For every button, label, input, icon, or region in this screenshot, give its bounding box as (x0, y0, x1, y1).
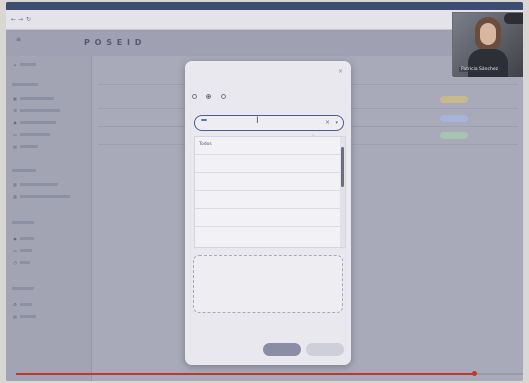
sidebar-item[interactable]: ▥ (12, 182, 58, 187)
app-logo: P O S E I D (84, 38, 143, 47)
sidebar-item[interactable]: ◉ (12, 120, 56, 125)
search-value[interactable] (201, 119, 207, 121)
radio-option[interactable] (192, 94, 199, 100)
participant-face (480, 23, 496, 45)
scrollbar-thumb[interactable] (341, 147, 344, 187)
home-icon: ⌂ (13, 62, 17, 67)
sidebar-item[interactable]: ▦ (12, 96, 54, 101)
search-select-input[interactable]: × ▾ (194, 115, 344, 131)
radio-group (192, 94, 234, 100)
sidebar-section (12, 82, 38, 87)
menu-icon[interactable]: ≡ (16, 36, 21, 43)
chart-icon: ▥ (13, 194, 17, 199)
close-icon[interactable]: × (338, 68, 343, 75)
sidebar-item[interactable]: ▥ (12, 194, 70, 199)
tv-logo (504, 13, 523, 24)
status-badge (440, 132, 468, 139)
settings-icon: ⚙ (13, 302, 17, 307)
sidebar-item[interactable]: ▤ (12, 144, 38, 149)
radio-option[interactable] (220, 94, 228, 100)
sidebar-item[interactable]: ▤ (12, 314, 36, 319)
video-progress-bar[interactable] (16, 371, 523, 376)
option-divider (195, 172, 340, 173)
sidebar-item[interactable]: ⚙ (12, 302, 32, 307)
list-icon: ☰ (13, 108, 17, 113)
grid-icon: ▦ (13, 96, 17, 101)
radio-option[interactable] (206, 94, 213, 100)
sidebar-item[interactable]: ☰ (12, 108, 60, 113)
dropdown-list[interactable]: Todos (194, 136, 346, 248)
folder-icon: ▭ (13, 248, 17, 253)
text-cursor-icon: I (256, 116, 259, 126)
sidebar: ⌂ ▦ ☰ ◉ ▭ ▤ ▥ ▥ ◉ ▭ ◷ ⚙ ▤ (6, 56, 92, 381)
participant-name: Patricia Sánchez (459, 67, 500, 72)
dropdown-scrollbar[interactable] (340, 137, 345, 247)
chart-icon: ▥ (13, 182, 17, 187)
option-divider (195, 190, 340, 191)
sidebar-item[interactable]: ◷ (12, 260, 30, 265)
user-icon: ◉ (13, 236, 17, 241)
window-titlebar (6, 2, 523, 10)
back-icon[interactable]: ← (11, 16, 16, 23)
folder-icon: ▭ (13, 132, 17, 137)
url-field[interactable] (36, 16, 426, 25)
status-badge (440, 96, 468, 103)
participant-body (468, 49, 508, 77)
file-dropzone[interactable] (193, 255, 343, 313)
radio-selected-icon (206, 94, 212, 99)
reload-icon[interactable]: ↻ (26, 16, 31, 23)
sidebar-section (12, 220, 34, 225)
sidebar-section (12, 168, 36, 173)
option-divider (195, 226, 340, 227)
radio-icon (192, 94, 197, 99)
sidebar-item[interactable]: ◉ (12, 236, 34, 241)
video-progress-fill (16, 373, 475, 375)
user-icon: ◉ (13, 120, 17, 125)
option-divider (195, 208, 340, 209)
app-header: ≡ P O S E I D (6, 30, 523, 56)
status-badge (440, 115, 468, 122)
dropdown-option[interactable]: Todos (199, 142, 212, 147)
doc-icon: ▤ (13, 144, 17, 149)
chevron-down-icon[interactable]: ▾ (335, 120, 338, 126)
clear-icon[interactable]: × (325, 119, 330, 126)
save-button[interactable] (306, 343, 344, 356)
sidebar-section (12, 286, 34, 291)
browser-address-bar: ← → ↻ (6, 10, 523, 30)
cancel-button[interactable] (263, 343, 301, 356)
radio-icon (220, 94, 226, 99)
clock-icon: ◷ (13, 260, 17, 265)
option-divider (195, 154, 340, 155)
forward-icon[interactable]: → (18, 16, 23, 23)
doc-icon: ▤ (13, 314, 17, 319)
upload-dialog: × × ▾ I ☝ Todos (185, 61, 351, 365)
sidebar-item[interactable]: ▭ (12, 132, 50, 137)
sidebar-item[interactable]: ⌂ (12, 62, 36, 67)
sidebar-item[interactable]: ▭ (12, 248, 32, 253)
